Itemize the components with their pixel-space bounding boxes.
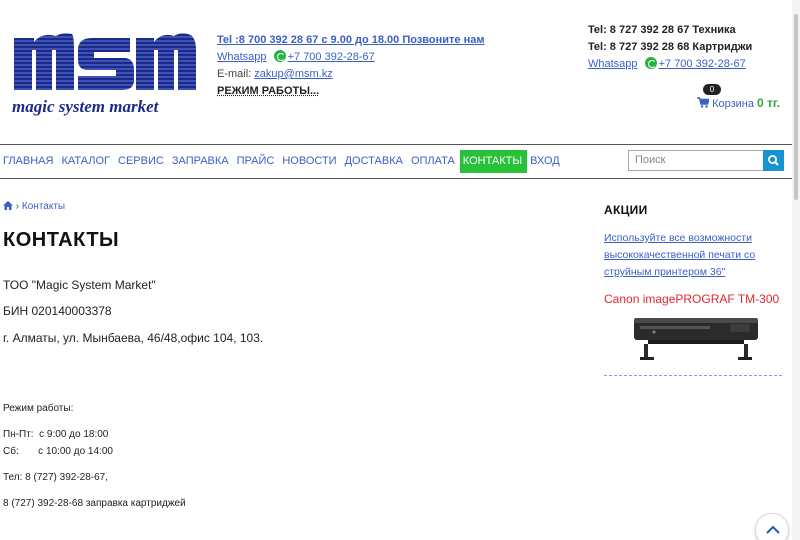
work-hours-link[interactable]: РЕЖИМ РАБОТЫ... xyxy=(217,85,319,97)
cart-count-badge: 0 xyxy=(703,84,721,95)
cart-amount: 0 тг. xyxy=(757,96,781,110)
email-link[interactable]: zakup@msm.kz xyxy=(254,68,332,80)
nav-item-2[interactable]: КАТАЛОГ xyxy=(58,150,115,173)
sidebar-title: АКЦИИ xyxy=(604,203,648,217)
search-input[interactable]: Поиск xyxy=(628,150,763,171)
hours-title: Режим работы: xyxy=(3,403,74,414)
page-title: КОНТАКТЫ xyxy=(3,229,120,251)
nav-border-bottom xyxy=(0,178,800,179)
promo-product-name[interactable]: Canon imagePROGRAF TM-300 xyxy=(604,292,779,306)
cart-label: Корзина xyxy=(712,98,754,110)
header-contacts-secondary: Tel: 8 727 392 28 67 Техника Tel: 8 727 … xyxy=(588,22,752,73)
logo-tagline: magic system market xyxy=(12,97,159,116)
scroll-to-top-button[interactable] xyxy=(755,513,789,540)
nav-item-6[interactable]: НОВОСТИ xyxy=(279,150,341,173)
promo-link[interactable]: Используйте все возможности высококачест… xyxy=(604,230,784,281)
whatsapp-link[interactable]: Whatsapp xyxy=(217,51,267,63)
nav-item-8[interactable]: ОПЛАТА xyxy=(408,150,460,173)
nav-item-7[interactable]: ДОСТАВКА xyxy=(342,150,408,173)
main-nav: ГЛАВНАЯ КАТАЛОГ СЕРВИС ЗАПРАВКА ПРАЙС НОВОСТИ… xyxy=(0,150,565,173)
company-name: ТОО "Magic System Market" xyxy=(3,278,156,292)
printer-image[interactable] xyxy=(630,314,762,360)
sidebar-separator xyxy=(604,375,782,376)
chevron-up-icon xyxy=(766,525,780,534)
home-icon[interactable] xyxy=(3,201,13,210)
whatsapp-icon xyxy=(273,50,286,62)
site-logo[interactable]: magic system market xyxy=(8,30,200,120)
email-label: E-mail: xyxy=(217,68,252,80)
search-icon xyxy=(768,155,779,166)
hours-saturday: Сб: с 10:00 до 14:00 xyxy=(3,446,113,457)
company-bin: БИН 020140003378 xyxy=(3,304,112,318)
contact-tel-refill: 8 (727) 392-28-68 заправка картриджей xyxy=(3,498,186,509)
whatsapp-number[interactable]: +7 700 392-28-67 xyxy=(288,51,375,63)
nav-item-10[interactable]: ВХОД xyxy=(527,150,565,173)
breadcrumb-separator: › xyxy=(15,201,20,212)
cart-link[interactable]: Корзина 0 тг. xyxy=(697,96,780,110)
nav-item-4[interactable]: ЗАПРАВКА xyxy=(169,150,234,173)
nav-item-5[interactable]: ПРАЙС xyxy=(234,150,280,173)
whatsapp-link-2[interactable]: Whatsapp xyxy=(588,58,638,70)
whatsapp-icon xyxy=(644,57,657,69)
hours-weekdays: Пн-Пт: с 9:00 до 18:00 xyxy=(3,429,109,440)
cart-icon xyxy=(697,97,710,108)
tel-tech: Tel: 8 727 392 28 67 Техника xyxy=(588,24,736,36)
nav-border-top xyxy=(0,144,800,145)
nav-item-1[interactable]: ГЛАВНАЯ xyxy=(0,150,58,173)
header-contacts: Tel :8 700 392 28 67 с 9.00 до 18.00 Поз… xyxy=(217,32,485,100)
whatsapp-number-2[interactable]: +7 700 392-28-67 xyxy=(659,58,746,70)
logo-wordmark xyxy=(14,33,196,90)
search-button[interactable] xyxy=(763,150,784,171)
nav-item-9[interactable]: КОНТАКТЫ xyxy=(459,150,528,173)
tel-cartridges: Tel: 8 727 392 28 68 Картриджи xyxy=(588,41,753,53)
phone-link[interactable]: Tel :8 700 392 28 67 с 9.00 до 18.00 Поз… xyxy=(217,34,485,46)
breadcrumb-current[interactable]: Контакты xyxy=(22,201,65,212)
scrollbar-thumb[interactable] xyxy=(794,14,798,200)
contact-tel: Тел: 8 (727) 392-28-67, xyxy=(3,472,108,483)
nav-item-3[interactable]: СЕРВИС xyxy=(115,150,169,173)
company-address: г. Алматы, ул. Мынбаева, 46/48,офис 104,… xyxy=(3,331,264,345)
breadcrumb: › Контакты xyxy=(3,201,65,212)
